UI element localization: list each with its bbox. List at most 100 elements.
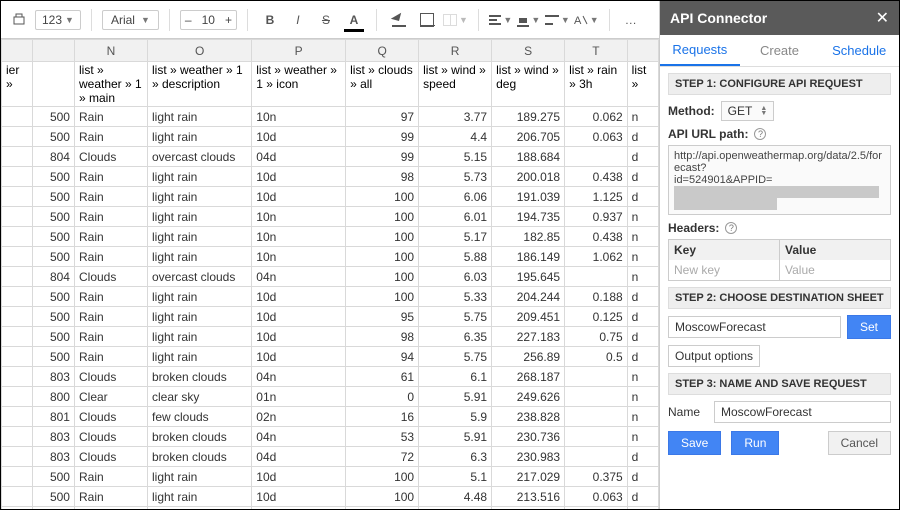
column-header[interactable] [2,40,33,62]
cell[interactable]: d [627,447,658,467]
cell[interactable] [2,447,33,467]
cell[interactable]: 200.018 [492,167,565,187]
cell[interactable]: Clear [74,387,147,407]
headers-value-input[interactable]: Value [780,260,890,280]
close-icon[interactable]: ✕ [876,8,889,28]
cell[interactable]: 72 [346,447,419,467]
cell[interactable]: 195.645 [492,267,565,287]
cell[interactable]: 5.73 [419,167,492,187]
cell[interactable]: 0.438 [565,167,628,187]
cell[interactable]: 0.063 [565,487,628,507]
cell[interactable]: Rain [74,467,147,487]
run-button[interactable]: Run [731,431,779,455]
cell[interactable]: 803 [33,447,75,467]
cell[interactable]: light rain [147,127,251,147]
cell[interactable] [565,367,628,387]
cell[interactable]: 191.039 [492,187,565,207]
cell[interactable] [565,387,628,407]
cell[interactable]: light rain [147,247,251,267]
cell[interactable]: 500 [33,187,75,207]
cell[interactable]: 100 [346,287,419,307]
cell[interactable] [565,147,628,167]
cell[interactable]: 249.626 [492,387,565,407]
cell[interactable]: 0.188 [565,287,628,307]
field-header-cell[interactable]: list » wind » speed [419,62,492,107]
cell[interactable]: 04n [252,267,346,287]
cell[interactable]: 6.03 [419,267,492,287]
field-header-cell[interactable]: ier » [2,62,33,107]
cell[interactable]: Rain [74,207,147,227]
cell[interactable]: broken clouds [147,427,251,447]
cell[interactable]: 217.029 [492,467,565,487]
cell[interactable]: 801 [33,407,75,427]
cell[interactable]: clear sky [147,387,251,407]
cell[interactable] [565,427,628,447]
cell[interactable]: d [627,127,658,147]
tab-create[interactable]: Create [740,35,820,66]
cell[interactable]: light rain [147,487,251,507]
help-icon[interactable]: ? [725,222,737,234]
font-size-increment[interactable]: + [225,13,232,27]
cell[interactable]: 10d [252,347,346,367]
cell[interactable] [2,267,33,287]
cell[interactable]: 500 [33,327,75,347]
cell[interactable]: d [627,507,658,510]
request-name-input[interactable]: MoscowForecast [714,401,891,423]
cell[interactable]: few clouds [147,407,251,427]
cell[interactable]: 100 [346,487,419,507]
cell[interactable] [2,107,33,127]
cell[interactable] [2,487,33,507]
cell[interactable]: 182.85 [492,227,565,247]
cell[interactable]: n [627,407,658,427]
cell[interactable]: 219.91 [492,507,565,510]
cell[interactable]: 0.438 [565,227,628,247]
cell[interactable]: 10d [252,307,346,327]
cell[interactable]: 0 [346,387,419,407]
column-header[interactable]: O [147,40,251,62]
cell[interactable]: 800 [33,387,75,407]
cell[interactable]: 5.91 [419,387,492,407]
cell[interactable]: 500 [33,207,75,227]
cell[interactable] [2,507,33,510]
more-button[interactable]: … [620,8,644,32]
cell[interactable]: 238.828 [492,407,565,427]
cell[interactable]: Rain [74,167,147,187]
cell[interactable]: light rain [147,227,251,247]
cell[interactable] [565,447,628,467]
cell[interactable]: light rain [147,107,251,127]
horizontal-align-button[interactable]: ▼ [489,8,513,32]
cell[interactable]: Rain [74,287,147,307]
cell[interactable]: light rain [147,307,251,327]
cell[interactable]: 10d [252,187,346,207]
help-icon[interactable]: ? [754,128,766,140]
cell[interactable]: 6.06 [419,187,492,207]
font-size-decrement[interactable]: – [185,13,192,27]
cell[interactable]: 100 [346,507,419,510]
cell[interactable]: overcast clouds [147,267,251,287]
headers-key-input[interactable]: New key [669,260,780,280]
cell[interactable]: Rain [74,487,147,507]
cell[interactable]: 04d [252,147,346,167]
cell[interactable]: 6.35 [419,327,492,347]
cell[interactable]: 10d [252,327,346,347]
cell[interactable]: 3.77 [419,107,492,127]
save-button[interactable]: Save [668,431,721,455]
fill-color-button[interactable] [387,8,411,32]
font-size-select[interactable]: – 10 + [180,10,237,30]
cell[interactable]: 04d [252,447,346,467]
cell[interactable]: 95 [346,307,419,327]
cell[interactable]: broken clouds [147,447,251,467]
cell[interactable]: light rain [147,347,251,367]
cell[interactable]: 98 [346,327,419,347]
cell[interactable] [565,507,628,510]
cell[interactable]: 500 [33,347,75,367]
cell[interactable]: 04d [252,507,346,510]
cell[interactable] [565,267,628,287]
cell[interactable]: 0.5 [565,347,628,367]
strikethrough-button[interactable]: S [314,8,338,32]
cell[interactable]: Clouds [74,367,147,387]
cell[interactable]: 5.88 [419,247,492,267]
cell[interactable]: Rain [74,327,147,347]
cell[interactable]: 100 [346,207,419,227]
cell[interactable]: 94 [346,347,419,367]
